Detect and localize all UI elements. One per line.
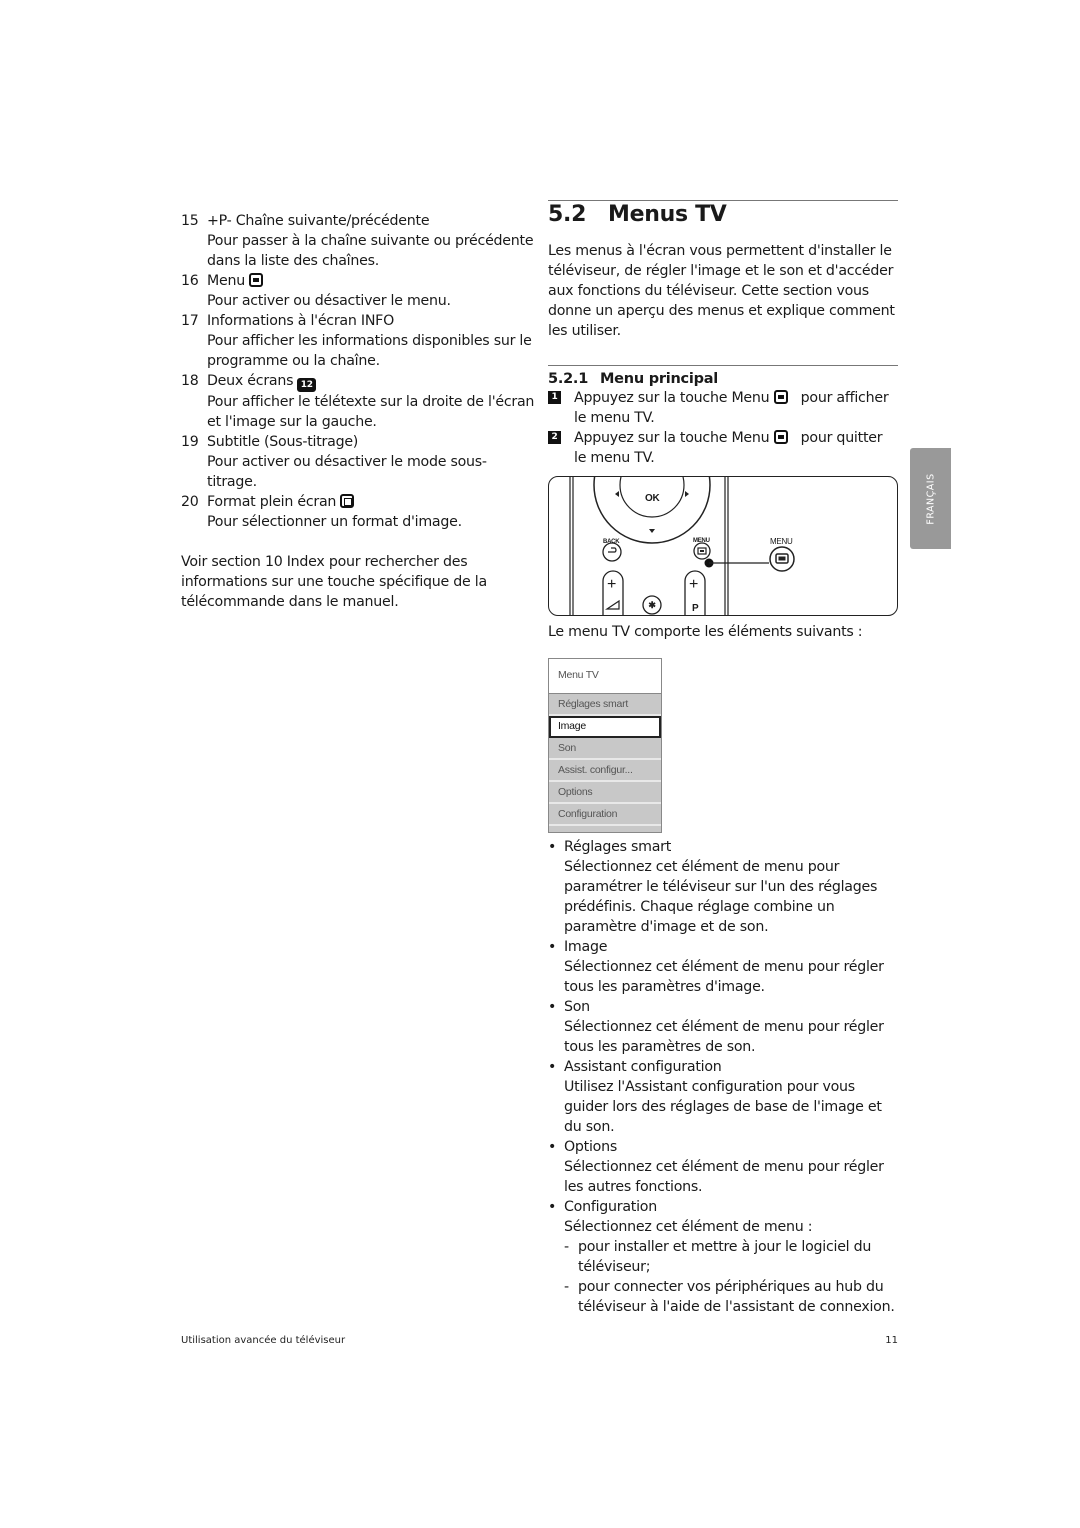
desc-title: Assistant configuration (564, 1059, 722, 1075)
dual-screen-key-icon: 12 (297, 378, 317, 392)
intro-paragraph: Les menus à l'écran vous permettent d'in… (548, 243, 895, 339)
desc-assistant-configuration: • Assistant configuration Utilisez l'Assi… (548, 1057, 898, 1137)
desc-configuration: • Configuration Sélectionnez cet élément… (548, 1197, 898, 1317)
key-item-16: 16 Menu Pour activer ou désactiver le me… (181, 271, 536, 311)
desc-title: Image (564, 939, 608, 955)
desc-text: Sélectionnez cet élément de menu pour pa… (564, 859, 878, 935)
item-desc: Pour activer ou désactiver le mode sous-… (207, 454, 487, 490)
desc-son: • Son Sélectionnez cet élément de menu po… (548, 997, 898, 1057)
volume-icon (605, 599, 620, 610)
ok-label: OK (645, 493, 660, 504)
item-number: 20 (181, 494, 199, 510)
tv-menu-item-assist-configur[interactable]: Assist. configur... (549, 760, 661, 782)
key-item-15: 15 +P- Chaîne suivante/précédente Pour p… (181, 211, 536, 271)
desc-reglages-smart: • Réglages smart Sélectionnez cet élément… (548, 837, 898, 937)
volume-plus-label: + (607, 576, 617, 593)
desc-text: Sélectionnez cet élément de menu : (564, 1219, 813, 1235)
tv-menu-item-reglages-smart[interactable]: Réglages smart (549, 694, 661, 716)
item-title: Subtitle (Sous-titrage) (207, 434, 359, 450)
desc-title: Réglages smart (564, 839, 672, 855)
desc-text: Sélectionnez cet élément de menu pour ré… (564, 1019, 884, 1055)
program-p-label: P (692, 603, 699, 614)
step-2: 2 Appuyez sur la touche Menu pour quitte… (548, 428, 898, 468)
tv-menu-footer (549, 826, 661, 832)
see-also-paragraph: Voir section 10 Index pour rechercher de… (181, 554, 487, 610)
item-title: +P- Chaîne suivante/précédente (207, 213, 430, 229)
item-desc: Pour passer à la chaîne suivante ou préc… (207, 233, 534, 269)
key-item-20: 20 Format plein écran Pour sélectionner … (181, 492, 536, 532)
desc-sub-item: - pour installer et mettre à jour le logi… (564, 1239, 872, 1275)
tv-menu-item-configuration[interactable]: Configuration (549, 804, 661, 826)
language-side-tab: FRANÇAIS (910, 448, 951, 549)
page-number: 11 (885, 1335, 898, 1346)
remote-illustration: ✱ OK BACK MENU MENU + + P (548, 476, 898, 616)
menu-key-icon (774, 390, 789, 404)
desc-sub-item: - pour connecter vos périphériques au hub… (564, 1279, 895, 1315)
item-desc: Pour activer ou désactiver le menu. (207, 293, 451, 309)
menu-tv-label: menu TV (568, 624, 630, 640)
item-number: 16 (181, 273, 199, 289)
step-number-badge: 1 (548, 391, 561, 404)
key-item-17: 17 Informations à l'écran INFO Pour affi… (181, 311, 536, 371)
item-desc: Pour afficher le télétexte sur la droite… (207, 394, 535, 430)
right-column: 5.2 Menus TV Les menus à l'écran vous per… (548, 200, 898, 1317)
key-item-18: 18 Deux écrans 12 Pour afficher le téléte… (181, 371, 536, 432)
left-column: 15 +P- Chaîne suivante/précédente Pour p… (181, 211, 536, 612)
item-title: Format plein écran (207, 494, 337, 510)
menu-key-label: Menu (731, 390, 770, 406)
item-desc: Pour sélectionner un format d'image. (207, 514, 462, 530)
menu-key-icon (248, 273, 263, 287)
index-reference: 10 Index (264, 554, 325, 570)
item-number: 15 (181, 213, 199, 229)
menu-large-label: MENU (770, 537, 793, 546)
svg-text:✱: ✱ (648, 600, 656, 610)
tv-menu-item-image[interactable]: Image (549, 716, 661, 738)
desc-image: • Image Sélectionnez cet élément de menu … (548, 937, 898, 997)
section-heading: 5.2 Menus TV (548, 202, 727, 227)
menu-key-label: Menu (731, 430, 770, 446)
desc-text: Sélectionnez cet élément de menu pour ré… (564, 1159, 884, 1195)
down-arrow-icon (649, 529, 655, 533)
tv-menu-screenshot: Menu TV Réglages smart Image Son Assist.… (548, 658, 662, 833)
desc-title: Configuration (564, 1199, 657, 1215)
program-plus-label: + (689, 576, 699, 593)
right-arrow-icon (685, 491, 689, 497)
item-title: Informations à l'écran INFO (207, 313, 395, 329)
menu-small-label: MENU (693, 538, 710, 544)
item-title: Deux écrans (207, 373, 294, 389)
remote-drawing: ✱ (569, 477, 795, 615)
footer-chapter: Utilisation avancée du téléviseur (181, 1335, 346, 1346)
desc-title: Son (564, 999, 590, 1015)
menu-key-icon (774, 430, 789, 444)
step-number-badge: 2 (548, 431, 561, 444)
desc-title: Options (564, 1139, 617, 1155)
item-number: 18 (181, 373, 199, 389)
left-arrow-icon (615, 491, 619, 497)
desc-options: • Options Sélectionnez cet élément de men… (548, 1137, 898, 1197)
tv-menu-header: Menu TV (549, 659, 661, 694)
step-1: 1 Appuyez sur la touche Menu pour affich… (548, 388, 898, 428)
menu-intro: Le menu TV comporte les éléments suivant… (548, 624, 863, 640)
item-number: 19 (181, 434, 199, 450)
menu-descriptions: • Réglages smart Sélectionnez cet élément… (548, 837, 898, 1317)
item-number: 17 (181, 313, 199, 329)
fullscreen-format-key-icon (340, 494, 355, 508)
language-label: FRANÇAIS (925, 472, 936, 525)
back-label: BACK (603, 539, 620, 545)
item-desc: Pour afficher les informations disponibl… (207, 333, 532, 369)
tv-menu-item-options[interactable]: Options (549, 782, 661, 804)
desc-text: Utilisez l'Assistant configuration pour … (564, 1079, 882, 1135)
tv-menu-item-son[interactable]: Son (549, 738, 661, 760)
desc-text: Sélectionnez cet élément de menu pour ré… (564, 959, 884, 995)
subsection-heading: 5.2.1 Menu principal (548, 371, 718, 387)
item-title: Menu (207, 273, 245, 289)
key-item-19: 19 Subtitle (Sous-titrage) Pour activer … (181, 432, 536, 492)
